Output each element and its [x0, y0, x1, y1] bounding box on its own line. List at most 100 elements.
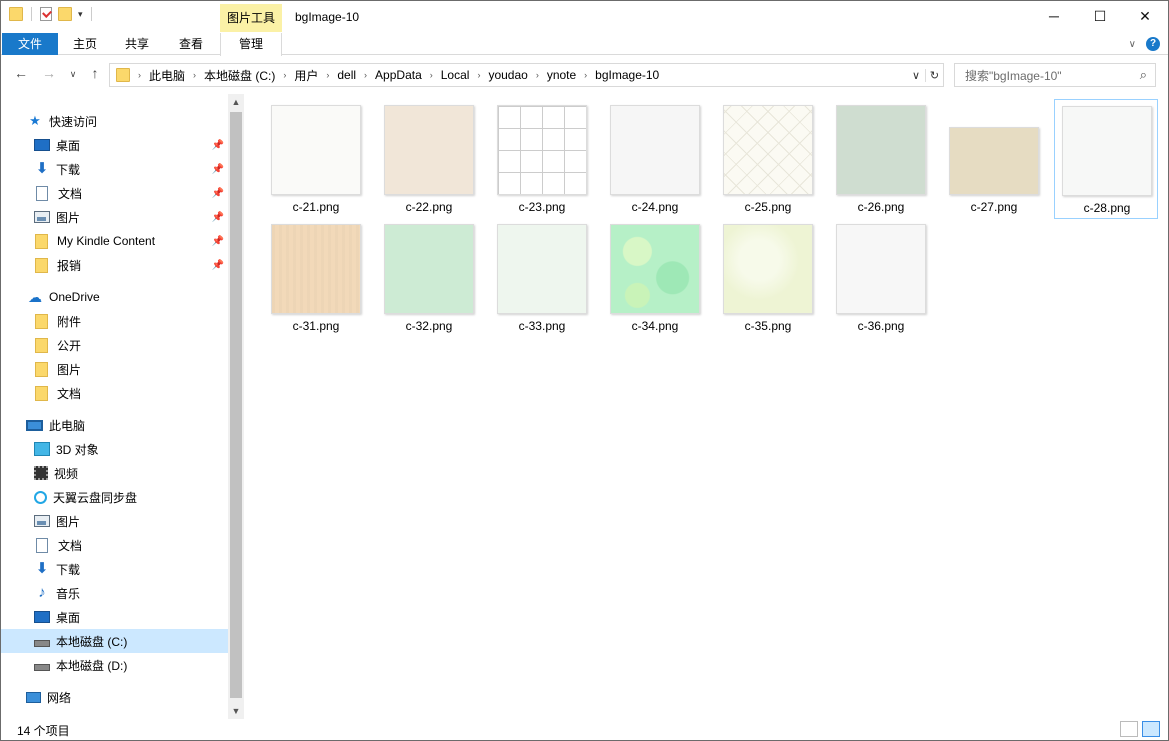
file-tile[interactable]: c-34.png	[603, 218, 707, 338]
up-icon[interactable]: ↑	[85, 65, 105, 81]
nav-item-pc-documents[interactable]: 文档	[1, 533, 228, 557]
file-tile[interactable]: c-21.png	[264, 99, 368, 219]
nav-label: 图片	[56, 210, 81, 225]
nav-item-pc-desktop[interactable]: 桌面	[1, 605, 228, 629]
chevron-right-icon[interactable]: ›	[534, 70, 541, 80]
nav-item-desktop[interactable]: 桌面 📌	[1, 133, 228, 157]
file-tile[interactable]: c-24.png	[603, 99, 707, 219]
file-tile[interactable]: c-36.png	[829, 218, 933, 338]
file-name: c-27.png	[970, 200, 1018, 214]
scrollbar-thumb[interactable]	[230, 112, 242, 698]
chevron-right-icon[interactable]: ›	[428, 70, 435, 80]
customize-qat-icon[interactable]: ▾	[78, 9, 83, 20]
scroll-up-icon[interactable]: ▲	[228, 97, 244, 107]
close-button[interactable]: ✕	[1122, 1, 1168, 31]
file-tile-selected[interactable]: c-28.png	[1054, 99, 1158, 219]
nav-this-pc[interactable]: 此电脑	[1, 413, 228, 437]
large-icons-view-icon[interactable]	[1142, 721, 1160, 737]
file-tile[interactable]: c-26.png	[829, 99, 933, 219]
recent-locations-icon[interactable]: ∨	[63, 69, 83, 80]
pin-icon[interactable]: 📌	[212, 212, 224, 223]
nav-item-videos[interactable]: 视频	[1, 461, 228, 485]
scroll-down-icon[interactable]: ▼	[228, 706, 244, 716]
details-view-icon[interactable]	[1120, 721, 1138, 737]
chevron-right-icon[interactable]: ›	[362, 70, 369, 80]
breadcrumb-this-pc[interactable]: 此电脑	[143, 67, 191, 84]
pin-icon[interactable]: 📌	[212, 260, 224, 271]
nav-item-onedrive-pictures[interactable]: 图片	[1, 357, 228, 381]
breadcrumb-local-disk-c[interactable]: 本地磁盘 (C:)	[198, 67, 281, 84]
nav-label: OneDrive	[49, 290, 100, 304]
pin-icon[interactable]: 📌	[212, 188, 224, 199]
chevron-right-icon[interactable]: ›	[324, 70, 331, 80]
expand-ribbon-icon[interactable]: ∨	[1129, 39, 1136, 50]
file-tile[interactable]: c-25.png	[716, 99, 820, 219]
nav-item-attachments[interactable]: 附件	[1, 309, 228, 333]
file-tile[interactable]: c-23.png	[490, 99, 594, 219]
nav-network[interactable]: 网络	[1, 685, 228, 709]
breadcrumb-dell[interactable]: dell	[331, 68, 362, 82]
chevron-right-icon[interactable]: ›	[475, 70, 482, 80]
quick-access-toolbar: ▾	[9, 7, 94, 21]
file-tile[interactable]: c-33.png	[490, 218, 594, 338]
breadcrumb-local[interactable]: Local	[435, 68, 476, 82]
file-tile[interactable]: c-22.png	[377, 99, 481, 219]
minimize-button[interactable]: ─	[1031, 1, 1077, 31]
maximize-button[interactable]: ☐	[1077, 1, 1123, 31]
nav-label: 下载	[56, 162, 81, 177]
nav-item-public[interactable]: 公开	[1, 333, 228, 357]
back-icon[interactable]: ←	[11, 65, 31, 81]
refresh-icon[interactable]: ↻	[925, 68, 943, 82]
nav-item-pc-pictures[interactable]: 图片	[1, 509, 228, 533]
nav-item-my-kindle-content[interactable]: My Kindle Content 📌	[1, 229, 228, 253]
tab-file[interactable]: 文件	[2, 33, 58, 55]
file-tile[interactable]: c-31.png	[264, 218, 368, 338]
tab-manage[interactable]: 管理	[220, 33, 282, 56]
help-icon[interactable]: ?	[1146, 37, 1160, 51]
address-dropdown-icon[interactable]: ∨	[907, 69, 925, 82]
nav-item-reimbursement[interactable]: 报销 📌	[1, 253, 228, 277]
chevron-right-icon[interactable]: ›	[281, 70, 288, 80]
breadcrumb-ynote[interactable]: ynote	[541, 68, 582, 82]
nav-item-3d-objects[interactable]: 3D 对象	[1, 437, 228, 461]
breadcrumb-youdao[interactable]: youdao	[482, 68, 533, 82]
breadcrumb-bgimage-10[interactable]: bgImage-10	[589, 68, 665, 82]
tab-share[interactable]: 共享	[115, 33, 159, 55]
nav-item-music[interactable]: ♪ 音乐	[1, 581, 228, 605]
address-bar[interactable]: › 此电脑 › 本地磁盘 (C:) › 用户 › dell › AppData …	[109, 63, 944, 87]
nav-quick-access[interactable]: ★ 快速访问	[1, 109, 228, 133]
pin-icon[interactable]: 📌	[212, 236, 224, 247]
pin-icon[interactable]: 📌	[212, 140, 224, 151]
folder-icon	[35, 361, 48, 377]
nav-item-pictures[interactable]: 图片 📌	[1, 205, 228, 229]
drive-icon	[34, 663, 50, 671]
nav-item-onedrive-documents[interactable]: 文档	[1, 381, 228, 405]
nav-item-local-disk-c[interactable]: 本地磁盘 (C:)	[1, 629, 228, 653]
nav-item-documents[interactable]: 文档 📌	[1, 181, 228, 205]
forward-icon[interactable]: →	[39, 65, 59, 81]
breadcrumb-appdata[interactable]: AppData	[369, 68, 428, 82]
file-name: c-35.png	[744, 319, 792, 333]
nav-item-downloads[interactable]: ⬇ 下载 📌	[1, 157, 228, 181]
tab-view[interactable]: 查看	[169, 33, 213, 55]
new-folder-icon[interactable]	[58, 7, 72, 21]
folder-icon	[35, 233, 48, 249]
file-tile[interactable]: c-35.png	[716, 218, 820, 338]
nav-onedrive[interactable]: ☁ OneDrive	[1, 285, 228, 309]
breadcrumb-users[interactable]: 用户	[288, 67, 324, 84]
nav-scrollbar[interactable]: ▲ ▼	[228, 94, 244, 719]
nav-item-tianyi-cloud-sync[interactable]: 天翼云盘同步盘	[1, 485, 228, 509]
tab-home[interactable]: 主页	[63, 33, 107, 55]
properties-icon[interactable]	[40, 7, 52, 21]
chevron-right-icon[interactable]: ›	[582, 70, 589, 80]
search-box[interactable]: 搜索"bgImage-10" ⌕	[954, 63, 1156, 87]
file-tile[interactable]: c-32.png	[377, 218, 481, 338]
nav-item-pc-downloads[interactable]: ⬇ 下载	[1, 557, 228, 581]
search-icon[interactable]: ⌕	[1140, 67, 1147, 83]
file-tile[interactable]: c-27.png	[942, 99, 1046, 219]
nav-label: 天翼云盘同步盘	[53, 490, 138, 505]
nav-item-local-disk-d[interactable]: 本地磁盘 (D:)	[1, 653, 228, 677]
pin-icon[interactable]: 📌	[212, 164, 224, 175]
chevron-right-icon[interactable]: ›	[191, 70, 198, 80]
chevron-right-icon[interactable]: ›	[136, 70, 143, 80]
